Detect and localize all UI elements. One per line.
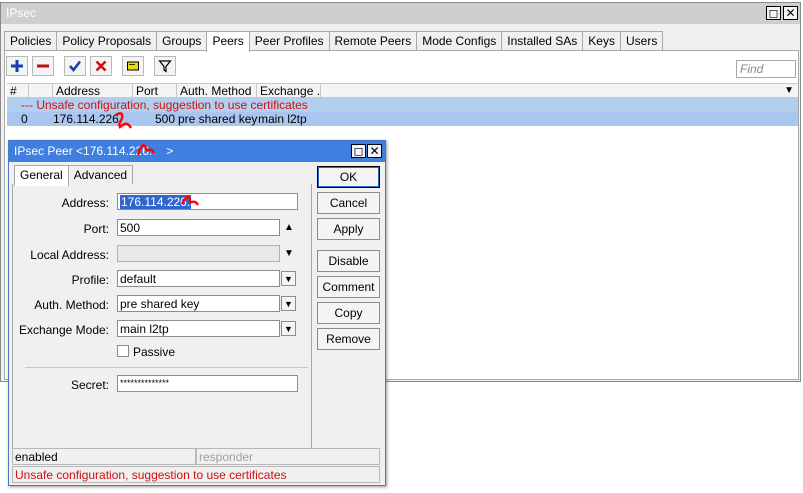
comment-icon [127,61,139,71]
enable-icon [69,60,82,73]
columns-dropdown-icon[interactable]: ▼ [784,85,794,96]
dialog-tab-bar: General Advanced [14,165,134,186]
add-button[interactable] [6,56,28,76]
dialog-close-button[interactable]: ✕ [367,144,382,158]
close-button[interactable]: ✕ [783,6,798,20]
window-title-bar[interactable]: IPsec [1,3,800,24]
tab-bar: Policies Policy Proposals Groups Peers P… [4,31,664,52]
dialog-title: IPsec Peer <176.114.226. [14,144,153,158]
apply-button[interactable]: Apply [317,218,380,240]
local-address-input[interactable] [117,245,280,262]
tab-advanced[interactable]: Advanced [67,165,134,184]
redaction-scribble [180,195,200,206]
tab-remote-peers[interactable]: Remote Peers [328,31,418,51]
dropdown-arrow-icon: ▼ [284,323,293,334]
redaction-scribble [115,112,133,129]
close-icon: ✕ [369,144,380,158]
status-responder: responder [196,448,380,465]
tab-users[interactable]: Users [619,31,664,51]
remove-button[interactable] [32,56,54,76]
dialog-title-suffix: > [166,144,174,158]
exchange-mode-dropdown-button[interactable]: ▼ [281,321,296,336]
auth-method-select[interactable]: pre shared key [117,295,280,312]
exchange-mode-select[interactable]: main l2tp [117,320,280,337]
table-header: # Address Port Auth. Method Exchange ...… [7,83,798,98]
col-header-blank[interactable] [29,84,53,98]
tab-peer-profiles[interactable]: Peer Profiles [248,31,330,51]
disable-button[interactable] [90,56,112,76]
auth-method-label: Auth. Method: [34,298,109,312]
tab-groups[interactable]: Groups [156,31,208,51]
comment-text: --- Unsafe configuration, suggestion to … [21,98,308,112]
separator [25,367,308,368]
remove-peer-button[interactable]: Remove [317,328,380,350]
profile-label: Profile: [71,273,109,287]
redaction-scribble [136,144,156,156]
cancel-button[interactable]: Cancel [317,192,380,214]
restore-icon: ◻ [768,6,779,20]
window-title: IPsec [6,6,37,20]
comment-peer-button[interactable]: Comment [317,276,380,298]
enable-button[interactable] [64,56,86,76]
profile-select[interactable]: default [117,270,280,287]
tab-mode-configs[interactable]: Mode Configs [416,31,503,51]
exchange-mode-label: Exchange Mode: [18,323,109,337]
filter-icon [158,60,172,73]
row-port: 500 [154,112,175,126]
dialog-title-bar[interactable]: IPsec Peer <176.114.226. > [9,141,385,162]
restore-button[interactable]: ◻ [766,6,781,20]
col-header-address[interactable]: Address [53,84,133,98]
tab-peers[interactable]: Peers [206,31,250,52]
port-input[interactable]: 500 [117,219,280,236]
dropdown-arrow-icon: ▼ [284,273,293,284]
tab-policy-proposals[interactable]: Policy Proposals [56,31,158,51]
status-warning: Unsafe configuration, suggestion to use … [12,466,380,483]
restore-icon: ◻ [353,144,364,158]
collapse-triangle-icon[interactable]: ▲ [284,223,294,233]
row-num: 0 [21,112,28,126]
disable-icon [95,60,107,72]
find-input[interactable]: Find [736,60,796,78]
remove-icon [37,64,49,68]
secret-input[interactable]: ************** [117,375,298,392]
filter-button[interactable] [154,56,176,76]
tab-policies[interactable]: Policies [4,31,58,51]
tab-installed-sas[interactable]: Installed SAs [501,31,584,51]
passive-checkbox[interactable] [117,345,129,357]
add-icon [11,60,23,72]
address-input[interactable]: 176.114.226. [117,193,298,210]
port-label: Port: [83,222,109,236]
ok-button[interactable]: OK [317,166,380,188]
tab-general[interactable]: General [14,165,69,186]
row-auth-method: pre shared key [178,112,258,126]
auth-method-dropdown-button[interactable]: ▼ [281,296,296,311]
address-label: Address: [61,196,109,210]
local-address-label: Local Address: [30,248,109,262]
passive-label: Passive [133,345,176,359]
dialog-restore-button[interactable]: ◻ [351,144,366,158]
disable-peer-button[interactable]: Disable [317,250,380,272]
dropdown-arrow-icon: ▼ [284,298,293,309]
comment-button[interactable] [122,56,144,76]
close-icon: ✕ [785,6,796,20]
col-header-exchange[interactable]: Exchange ... [257,84,321,98]
secret-label: Secret: [70,378,109,392]
tab-keys[interactable]: Keys [582,31,621,51]
row-address: 176.114.226. [53,112,123,126]
col-header-auth-method[interactable]: Auth. Method [177,84,257,98]
status-enabled: enabled [12,448,196,465]
col-header-num[interactable]: # [7,84,29,98]
expand-triangle-icon[interactable]: ▼ [284,249,294,259]
copy-button[interactable]: Copy [317,302,380,324]
row-exchange: main l2tp [258,112,307,126]
profile-dropdown-button[interactable]: ▼ [281,271,296,286]
col-header-port[interactable]: Port [133,84,177,98]
